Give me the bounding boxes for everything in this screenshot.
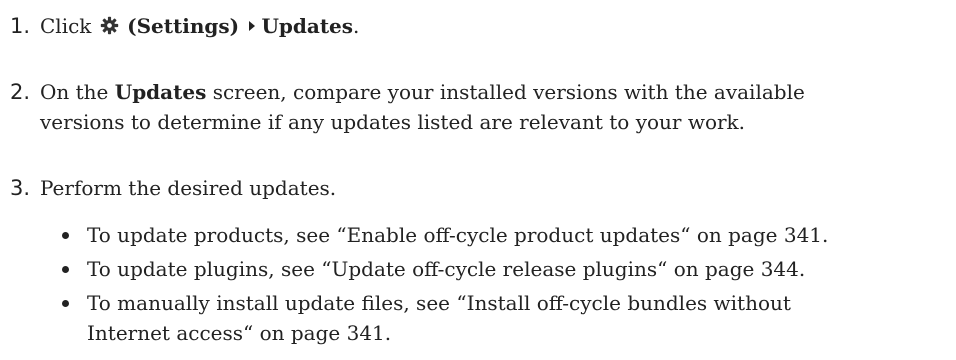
- step-text: Click (Settings) Updates.: [40, 11, 945, 41]
- settings-label: (Settings): [127, 14, 240, 38]
- step-number: 1.: [10, 14, 31, 38]
- text-suffix: screen, compare your installed versions …: [212, 80, 805, 104]
- period: .: [353, 14, 360, 38]
- gear-icon: [100, 16, 118, 35]
- step-number: 2.: [10, 80, 31, 104]
- click-label: Click: [40, 14, 92, 38]
- triangle-right-icon: [249, 21, 256, 31]
- step-number: 3.: [10, 176, 31, 200]
- bullet-line: Internet access“ on page 341.: [87, 321, 392, 345]
- step-line: versions to determine if any updates lis…: [40, 110, 746, 134]
- bullet-text: To manually install update files, see “I…: [87, 288, 791, 348]
- document-page: 1. Click (Settings) Updates. 2. On the U…: [0, 0, 956, 360]
- bullet-dot: [62, 266, 69, 273]
- updates-screen-label: Updates: [114, 80, 207, 104]
- bullet-text: To update plugins, see “Update off-cycle…: [87, 257, 806, 281]
- step-line: On the Updates screen, compare your inst…: [40, 77, 945, 107]
- bullet-dot: [62, 300, 69, 307]
- bullet-line: To manually install update files, see “I…: [87, 291, 791, 315]
- text-prefix: On the: [40, 80, 109, 104]
- updates-label: Updates: [261, 14, 354, 38]
- bullet-text: To update products, see “Enable off-cycl…: [87, 223, 829, 247]
- step-text: Perform the desired updates.: [40, 176, 337, 200]
- bullet-dot: [62, 232, 69, 239]
- step-text: On the Updates screen, compare your inst…: [40, 77, 945, 137]
